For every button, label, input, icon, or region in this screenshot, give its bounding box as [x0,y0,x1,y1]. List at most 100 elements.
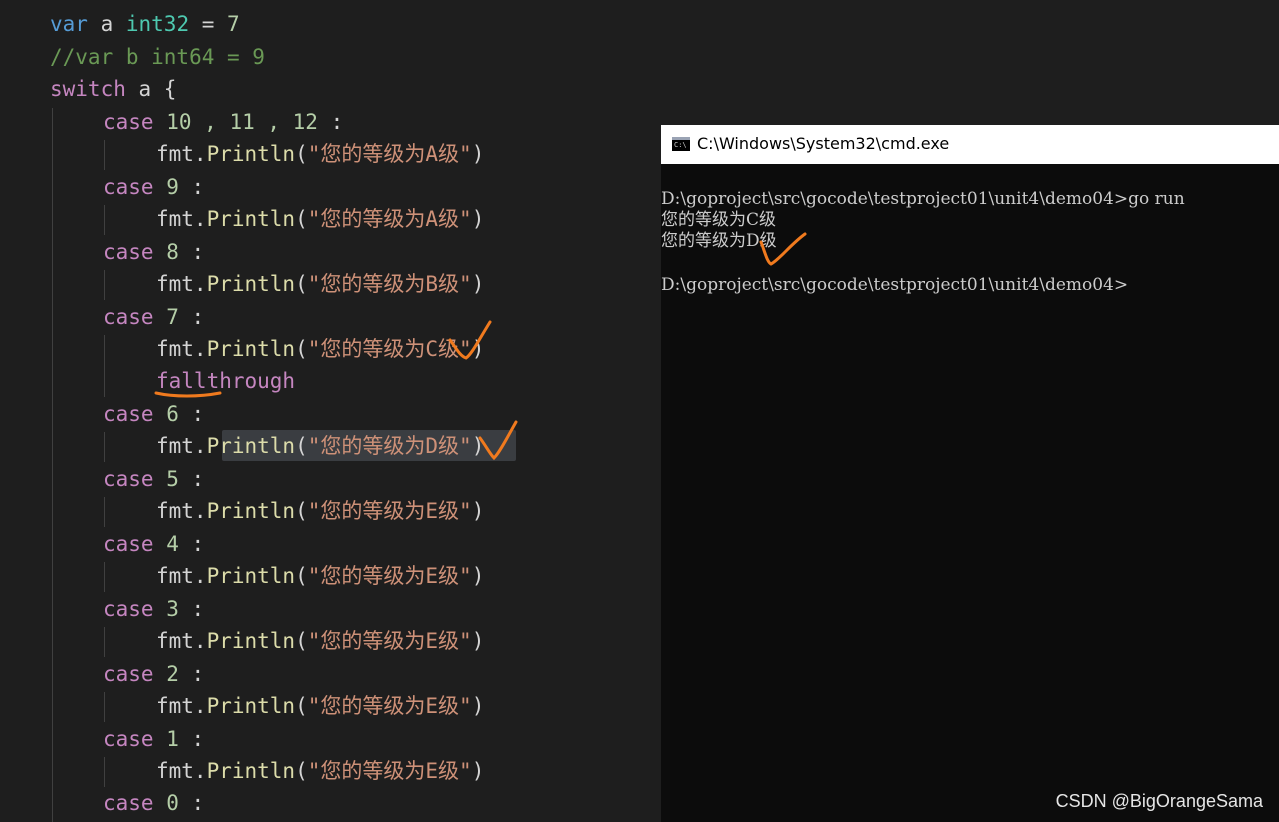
colon: : [178,532,205,556]
indent-guide [104,562,105,592]
package-name: fmt. [156,207,207,231]
paren: ( [295,694,308,718]
code-line-println: fmt.Println("您的等级为A级") [156,139,484,169]
case-value: 10 , 11 , 12 [166,110,318,134]
code-line-case: case 6 : [103,399,204,429]
string-literal: "您的等级为A级" [307,142,472,166]
indent-guide [52,108,53,822]
colon: : [178,791,205,815]
case-value: 3 [166,597,179,621]
paren: ( [295,337,308,361]
keyword: case [103,110,154,134]
colon: : [178,467,205,491]
keyword: case [103,791,154,815]
case-value: 0 [166,791,179,815]
string-literal: "您的等级为E级" [307,694,472,718]
case-value: 2 [166,662,179,686]
package-name: fmt. [156,499,207,523]
code-line-case: case 0 : [103,788,204,818]
paren: ) [471,694,485,718]
colon: : [178,662,205,686]
paren: ) [471,434,485,458]
paren: ) [471,337,485,361]
paren: ( [295,499,308,523]
terminal-icon: C:\ [672,137,690,151]
code-line-println: fmt.Println("您的等级为E级") [156,691,484,721]
code-line-println: fmt.Println("您的等级为E级") [156,561,484,591]
cmd-titlebar[interactable]: C:\ C:\Windows\System32\cmd.exe [661,125,1279,164]
package-name: fmt. [156,337,207,361]
package-name: fmt. [156,564,207,588]
function-name: Println [206,564,296,588]
package-name: fmt. [156,434,207,458]
keyword: case [103,727,154,751]
package-name: fmt. [156,272,207,296]
string-literal: "您的等级为C级" [307,337,472,361]
cmd-window[interactable]: C:\ C:\Windows\System32\cmd.exe D:\gopro… [661,125,1279,822]
paren: ) [471,629,485,653]
package-name: fmt. [156,694,207,718]
function-name: Println [206,142,296,166]
code-line-println: fmt.Println("您的等级为E级") [156,626,484,656]
colon: : [178,597,205,621]
keyword: case [103,662,154,686]
paren: ( [295,434,308,458]
paren: ) [471,142,485,166]
function-name: Println [206,694,296,718]
code-line-var-a: var a int32 = 7 [50,9,240,39]
colon: : [178,175,205,199]
indent-guide [104,205,105,235]
code-line-println: fmt.Println("您的等级为A级") [156,204,484,234]
string-literal: "您的等级为B级" [307,272,472,296]
code-line-println: fmt.Println("您的等级为C级") [156,334,484,364]
indent-guide [104,692,105,722]
function-name: Println [206,629,296,653]
type-name: int32 [125,12,190,36]
indent-guide [104,757,105,787]
case-value: 4 [166,532,179,556]
colon: : [178,305,205,329]
string-literal: "您的等级为A级" [307,207,472,231]
code-line-comment: //var b int64 = 9 [50,45,265,69]
indent-guide [104,497,105,527]
code-line-case: case 5 : [103,464,204,494]
paren: ( [295,759,308,783]
paren: ) [471,564,485,588]
cmd-prompt-line[interactable]: D:\goproject\src\gocode\testproject01\un… [661,274,1128,296]
cmd-output-line: D:\goproject\src\gocode\testproject01\un… [661,189,1185,209]
indent-guide [104,140,105,170]
case-value: 6 [166,402,179,426]
paren: ( [295,142,308,166]
keyword: case [103,175,154,199]
keyword: switch [50,77,126,101]
keyword: case [103,597,154,621]
indent-guide [104,627,105,657]
package-name: fmt. [156,629,207,653]
string-literal: "您的等级为E级" [307,499,472,523]
indent-guide [104,335,105,397]
code-line-println: fmt.Println("您的等级为E级") [156,756,484,786]
code-line-case: case 7 : [103,302,204,332]
string-literal: "您的等级为E级" [307,759,472,783]
string-literal: "您的等级为E级" [307,629,472,653]
code-line-fallthrough: fallthrough [156,369,296,393]
operator: = [189,12,228,36]
paren: ) [471,499,485,523]
code-line-case: case 10 , 11 , 12 : [103,107,343,137]
colon: : [317,110,344,134]
code-line-case: case 2 : [103,659,204,689]
cmd-output-line: 您的等级为C级 [661,210,777,230]
string-literal: "您的等级为D级" [307,434,472,458]
function-name: Println [206,337,296,361]
code-line-println: fmt.Println("您的等级为D级") [156,431,484,461]
keyword: case [103,467,154,491]
code-line-case: case 9 : [103,172,204,202]
paren: ( [295,272,308,296]
function-name: Println [206,272,296,296]
case-value: 9 [166,175,179,199]
keyword: case [103,402,154,426]
watermark: CSDN @BigOrangeSama [1055,791,1263,811]
case-value: 1 [166,727,179,751]
code-line-case: case 3 : [103,594,204,624]
function-name: Println [206,207,296,231]
